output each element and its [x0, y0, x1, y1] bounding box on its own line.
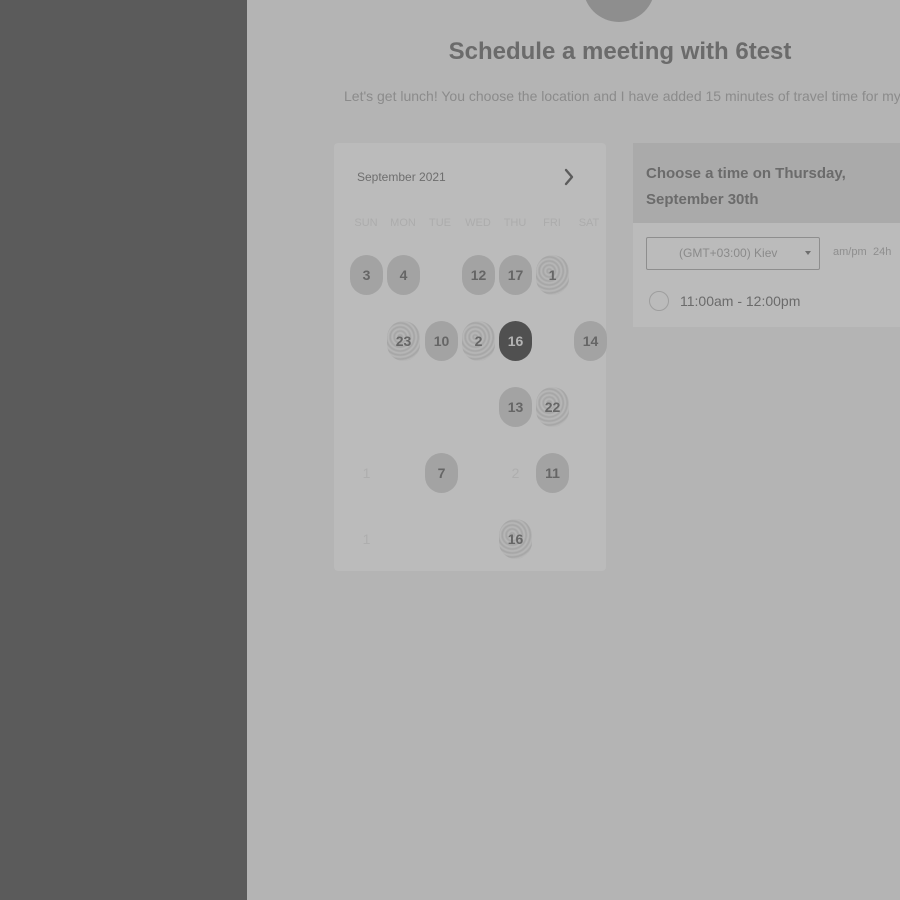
- calendar-day-selected[interactable]: 16: [499, 321, 532, 361]
- calendar-day[interactable]: 16: [499, 519, 532, 559]
- calendar-day[interactable]: 7: [425, 453, 458, 493]
- time-slot-radio[interactable]: [649, 291, 669, 311]
- time-panel-header: Choose a time on Thursday, September 30t…: [633, 143, 900, 223]
- app-root: Schedule a meeting with 6test Let's get …: [0, 0, 900, 900]
- calendar-month-label: September 2021: [357, 170, 446, 184]
- time-slot-label[interactable]: 11:00am - 12:00pm: [680, 293, 800, 309]
- calendar-day[interactable]: 23: [387, 321, 420, 361]
- calendar-day[interactable]: 13: [499, 387, 532, 427]
- calendar-day[interactable]: 10: [425, 321, 458, 361]
- calendar-day[interactable]: 12: [462, 255, 495, 295]
- calendar-panel: September 2021 SUN MON TUE WED THU FRI S…: [334, 143, 607, 571]
- calendar-day-faint: 1: [362, 465, 371, 481]
- format-24h-toggle[interactable]: 24h: [873, 246, 891, 258]
- caret-down-icon: [805, 251, 811, 255]
- main-content: Schedule a meeting with 6test Let's get …: [247, 0, 900, 900]
- weekday-label: MON: [390, 217, 416, 229]
- format-ampm-toggle[interactable]: am/pm: [833, 246, 867, 258]
- sidebar-overlay: [0, 0, 247, 900]
- calendar-day[interactable]: 14: [574, 321, 607, 361]
- calendar-day[interactable]: 2: [462, 321, 495, 361]
- calendar-day-faint: 1: [362, 531, 371, 547]
- weekday-label: THU: [503, 217, 527, 229]
- calendar-day-faint: 2: [511, 465, 520, 481]
- avatar: [583, 0, 655, 22]
- calendar-day[interactable]: 4: [387, 255, 420, 295]
- time-panel-heading: Choose a time on Thursday, September 30t…: [646, 165, 846, 208]
- timezone-select[interactable]: (GMT+03:00) Kiev: [646, 237, 820, 270]
- page-subtitle: Let's get lunch! You choose the location…: [344, 88, 900, 104]
- weekday-label: TUE: [429, 217, 451, 229]
- weekday-label: WED: [465, 217, 491, 229]
- weekday-label: FRI: [543, 217, 561, 229]
- calendar-day[interactable]: 22: [536, 387, 569, 427]
- calendar-day[interactable]: 1: [536, 255, 569, 295]
- chevron-right-icon[interactable]: [558, 165, 582, 189]
- weekday-label: SAT: [578, 217, 600, 229]
- timezone-value: (GMT+03:00) Kiev: [679, 246, 778, 260]
- calendar-day[interactable]: 3: [350, 255, 383, 295]
- page-title: Schedule a meeting with 6test: [448, 38, 792, 65]
- weekday-label: SUN: [354, 217, 378, 229]
- calendar-day[interactable]: 11: [536, 453, 569, 493]
- calendar-day[interactable]: 17: [499, 255, 532, 295]
- time-selection-panel: Choose a time on Thursday, September 30t…: [633, 143, 900, 327]
